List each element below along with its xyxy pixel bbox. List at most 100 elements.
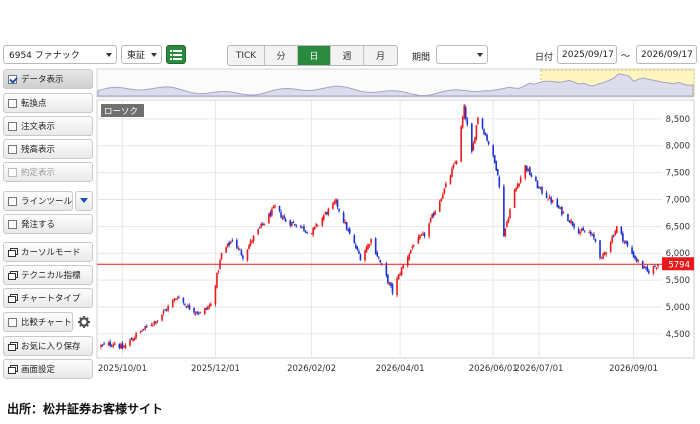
- candle-body: [335, 199, 337, 204]
- candle-body: [583, 231, 586, 233]
- candle-body: [161, 314, 163, 321]
- candle-body: [600, 256, 603, 258]
- candle-body: [156, 320, 159, 322]
- candle-body: [603, 252, 606, 255]
- candle-body: [130, 338, 133, 340]
- candle-body: [620, 226, 623, 234]
- candle-body: [417, 236, 420, 244]
- candle-body: [519, 177, 522, 183]
- candle-body: [506, 222, 508, 228]
- candle-body: [442, 194, 444, 199]
- candle-body: [246, 249, 249, 261]
- candle-body: [248, 245, 250, 250]
- candle-body: [515, 187, 517, 192]
- candle-body: [513, 189, 516, 208]
- candle-body: [345, 222, 348, 230]
- candle-body: [145, 326, 148, 328]
- candle-body: [580, 229, 583, 231]
- candle-body: [252, 235, 255, 242]
- candle-body: [529, 167, 531, 175]
- candle-body: [643, 266, 646, 269]
- y-tick-label: 4,500: [666, 330, 690, 340]
- series-label: ローソク: [104, 107, 138, 117]
- candle-body: [626, 242, 629, 246]
- candle-body: [280, 212, 282, 218]
- candle-body: [579, 232, 581, 234]
- candle-body: [423, 233, 426, 237]
- candle-body: [516, 184, 519, 189]
- candle-body: [290, 222, 293, 227]
- candle-body: [492, 145, 494, 156]
- candle-body: [466, 119, 469, 125]
- candle-body: [504, 228, 507, 236]
- candle-body: [333, 201, 336, 203]
- candle-body: [171, 300, 174, 308]
- candle-body: [306, 232, 308, 234]
- candle-body: [590, 231, 592, 235]
- y-axis: 4,5005,0005,5006,0006,5007,0007,5008,000…: [666, 115, 690, 340]
- candle-body: [428, 223, 430, 237]
- candle-body: [420, 234, 423, 236]
- candle-body: [112, 344, 115, 347]
- candle-body: [472, 143, 475, 151]
- candle-body: [440, 198, 443, 202]
- candle-body: [185, 306, 188, 308]
- candle-body: [602, 253, 604, 259]
- candle-body: [646, 266, 649, 272]
- candle-body: [548, 196, 551, 199]
- candle-body: [323, 215, 325, 220]
- candle-body: [176, 298, 179, 300]
- candle-body: [356, 246, 359, 250]
- candle-body: [541, 187, 543, 194]
- candle-body: [121, 343, 124, 349]
- candle-body: [162, 310, 165, 314]
- candle-body: [313, 226, 316, 230]
- candle-body: [228, 242, 230, 246]
- candle-body: [635, 258, 638, 262]
- candle-body: [358, 250, 360, 254]
- candle-body: [652, 266, 655, 274]
- candle-body: [292, 221, 295, 224]
- x-tick-label: 2026/06/01: [469, 364, 518, 374]
- candle-body: [573, 223, 575, 228]
- y-tick-label: 8,000: [666, 142, 690, 152]
- candle-body: [367, 244, 369, 249]
- candle-body: [387, 274, 389, 284]
- candle-body: [152, 324, 154, 326]
- candle-body: [182, 297, 185, 303]
- navigator[interactable]: [96, 68, 695, 98]
- candle-body: [289, 220, 292, 226]
- candle-body: [486, 134, 488, 141]
- candle-body: [110, 345, 113, 347]
- candle-body: [582, 228, 585, 231]
- candle-body: [187, 305, 189, 307]
- candle-body: [135, 333, 137, 338]
- y-tick-label: 7,000: [666, 195, 690, 205]
- candle-body: [509, 209, 511, 218]
- candle-body: [463, 105, 465, 119]
- candle-body: [374, 238, 377, 254]
- candle-body: [326, 212, 328, 215]
- candle-body: [139, 330, 142, 333]
- candle-body: [310, 233, 313, 235]
- candle-body: [353, 235, 356, 244]
- candle-body: [300, 225, 302, 228]
- candle-body: [503, 186, 505, 237]
- candle-body: [562, 212, 565, 214]
- candle-body: [123, 346, 125, 348]
- candle-body: [240, 250, 243, 256]
- candle-body: [493, 155, 496, 163]
- candle-body: [388, 282, 391, 285]
- candle-body: [231, 240, 234, 242]
- y-tick-label: 5,500: [666, 276, 690, 286]
- candle-body: [376, 252, 379, 257]
- candle-body: [101, 344, 104, 346]
- candle-body: [551, 200, 554, 202]
- candle-body: [475, 125, 478, 139]
- candle-body: [261, 223, 264, 225]
- last-price-value: 5794: [668, 260, 690, 270]
- candle-body: [249, 240, 252, 246]
- candle-body: [194, 312, 197, 314]
- candle-body: [344, 221, 346, 224]
- candle-body: [434, 211, 436, 215]
